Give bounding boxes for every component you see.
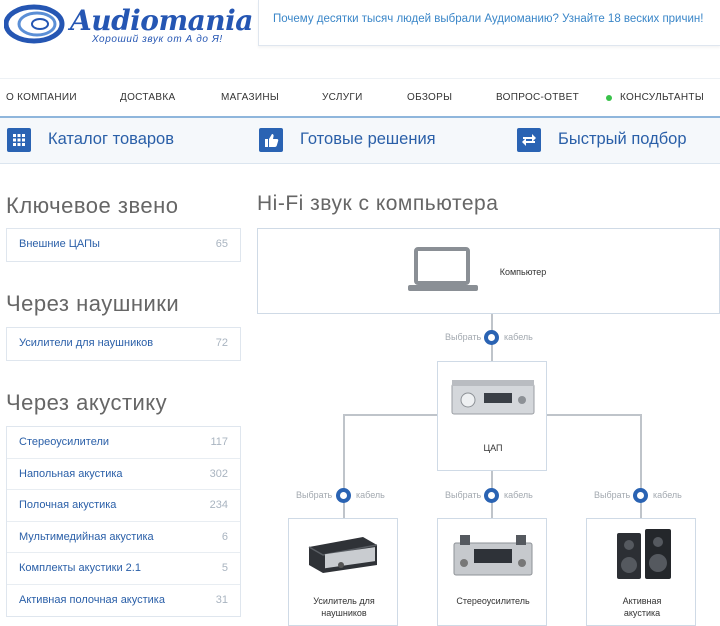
list-item[interactable]: Мультимедийная акустика 6 [7, 522, 240, 553]
online-status-dot [606, 95, 612, 101]
diagram-title: Hi-Fi звук с компьютера [257, 192, 499, 215]
cable-label[interactable]: кабель [356, 490, 385, 500]
menu-quick-pick-label: Быстрый подбор [558, 130, 687, 148]
connector-line [547, 414, 642, 416]
thumbs-up-icon [259, 128, 283, 152]
sidebar-list-key-link: Внешние ЦАПы 65 [6, 228, 241, 262]
stereo-amp-label: Стереоусилитель [456, 596, 530, 606]
computer-label: Компьютер [499, 267, 547, 277]
list-item[interactable]: Стереоусилители 117 [7, 427, 240, 459]
section-title-key-link: Ключевое звено [6, 193, 179, 218]
logo-title: Audiomania [70, 4, 253, 37]
item-name: Комплекты акустики 2.1 [19, 562, 141, 574]
menu-solutions-label: Готовые решения [300, 130, 436, 148]
nav-reviews[interactable]: ОБЗОРЫ [407, 92, 452, 103]
item-count: 31 [215, 593, 228, 606]
nav-delivery[interactable]: ДОСТАВКА [120, 92, 175, 103]
list-item[interactable]: Активная полочная акустика 31 [7, 585, 240, 617]
list-item[interactable]: Внешние ЦАПы 65 [7, 229, 240, 261]
cable-select-node[interactable] [484, 330, 499, 345]
item-count: 65 [215, 238, 228, 250]
dac-label: ЦАП [483, 443, 503, 453]
item-count: 302 [209, 467, 228, 480]
active-speakers-node[interactable]: Активная акустика [586, 518, 696, 626]
cable-select-node[interactable] [336, 488, 351, 503]
list-item[interactable]: Комплекты акустики 2.1 5 [7, 553, 240, 585]
choose-label[interactable]: Выбрать [296, 490, 332, 500]
top-nav: О КОМПАНИИ ДОСТАВКА МАГАЗИНЫ УСЛУГИ ОБЗО… [0, 78, 720, 116]
connector-line [343, 414, 438, 416]
logo-swirl-icon [4, 4, 65, 44]
active-speakers-label: Активная акустика [622, 596, 662, 618]
computer-node[interactable]: Компьютер [257, 228, 720, 314]
item-name: Мультимедийная акустика [19, 530, 154, 543]
list-item[interactable]: Полочная акустика 234 [7, 490, 240, 522]
item-count: 117 [210, 436, 228, 448]
swap-arrows-icon [517, 128, 541, 152]
stereo-amp-icon [453, 535, 533, 576]
menu-catalog-label: Каталог товаров [48, 130, 174, 148]
stereo-amp-node[interactable]: Стереоусилитель [437, 518, 547, 626]
item-count: 72 [215, 337, 228, 349]
choose-label[interactable]: Выбрать [445, 332, 481, 342]
section-title-speakers: Через акустику [6, 390, 168, 415]
cable-select-node[interactable] [633, 488, 648, 503]
sidebar-list-speakers: Стереоусилители 117 Напольная акустика 3… [6, 426, 241, 617]
nav-about[interactable]: О КОМПАНИИ [6, 92, 77, 103]
item-name: Усилители для наушников [19, 337, 154, 349]
item-name: Напольная акустика [19, 467, 123, 480]
cable-label[interactable]: кабель [653, 490, 682, 500]
headphone-amp-node[interactable]: Усилитель для наушников [288, 518, 398, 626]
nav-faq[interactable]: ВОПРОС-ОТВЕТ [496, 92, 579, 103]
headphone-amp-label: Усилитель для наушников [313, 596, 375, 618]
cable-label[interactable]: кабель [504, 332, 533, 342]
item-name: Полочная акустика [19, 499, 117, 511]
cable-select-node[interactable] [484, 488, 499, 503]
main-menu-bar: Каталог товаров Готовые решения Быстрый … [0, 116, 720, 164]
item-count: 6 [221, 530, 228, 543]
grid-icon [7, 128, 31, 152]
item-count: 5 [221, 562, 228, 574]
promo-text[interactable]: Почему десятки тысяч людей выбрали Аудио… [273, 13, 703, 25]
logo[interactable]: Audiomania Хороший звук от А до Я! [4, 2, 253, 50]
item-name: Стереоусилители [19, 436, 110, 448]
choose-label[interactable]: Выбрать [445, 490, 481, 500]
nav-stores[interactable]: МАГАЗИНЫ [221, 92, 279, 103]
headphone-amp-icon [308, 537, 378, 573]
list-item[interactable]: Усилители для наушников 72 [7, 328, 240, 360]
section-title-headphones: Через наушники [6, 291, 180, 316]
choose-label[interactable]: Выбрать [594, 490, 630, 500]
dac-device-icon [451, 380, 535, 415]
promo-banner[interactable]: Почему десятки тысяч людей выбрали Аудио… [258, 0, 720, 46]
dac-node[interactable]: ЦАП [437, 361, 547, 471]
cable-label[interactable]: кабель [504, 490, 533, 500]
item-count: 234 [209, 499, 228, 511]
item-name: Внешние ЦАПы [19, 238, 100, 250]
list-item[interactable]: Напольная акустика 302 [7, 459, 240, 490]
nav-consultants[interactable]: КОНСУЛЬТАНТЫ [620, 92, 704, 103]
header: Audiomania Хороший звук от А до Я! Почем… [0, 0, 720, 70]
logo-tagline: Хороший звук от А до Я! [92, 34, 223, 45]
speakers-icon [617, 529, 671, 579]
sidebar-list-headphones: Усилители для наушников 72 [6, 327, 241, 361]
laptop-icon [408, 247, 478, 291]
nav-services[interactable]: УСЛУГИ [322, 92, 363, 103]
item-name: Активная полочная акустика [19, 593, 165, 606]
